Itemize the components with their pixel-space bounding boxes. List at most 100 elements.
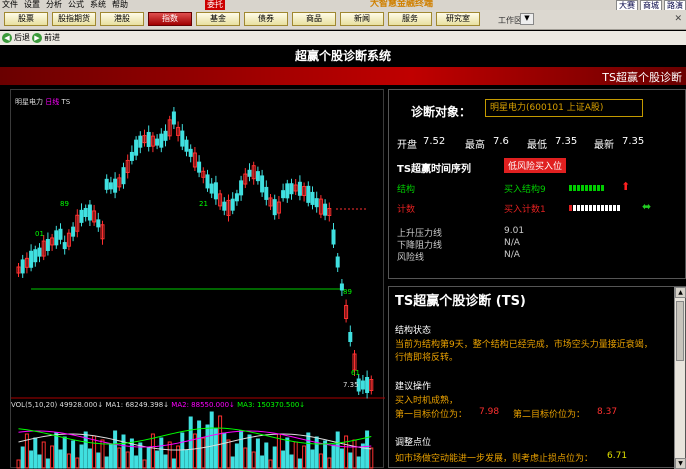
workarea-dropdown[interactable]: ▼ bbox=[520, 13, 534, 25]
volume-bar bbox=[234, 443, 239, 469]
chart-period: 日线 bbox=[45, 98, 60, 106]
trade-badge[interactable]: 委托 bbox=[205, 0, 225, 10]
volume-bar bbox=[29, 450, 34, 469]
volume-bar bbox=[125, 451, 130, 469]
volume-bar bbox=[41, 441, 46, 469]
up-arrow-icon: ⬆ bbox=[621, 180, 631, 193]
nav-index[interactable]: 指数 bbox=[148, 12, 192, 26]
ts-title: TS超赢个股诊断 bbox=[602, 71, 682, 84]
nav-index-futures[interactable]: 股指期货 bbox=[52, 12, 96, 26]
nav-hk-stocks[interactable]: 港股 bbox=[100, 12, 144, 26]
advice-title: 建议操作 bbox=[395, 382, 432, 392]
candle-body bbox=[285, 183, 290, 199]
target2-value: 8.37 bbox=[597, 407, 618, 417]
app-brand: 大智慧金融终端 bbox=[370, 0, 434, 9]
volume-bar bbox=[314, 436, 319, 469]
close-icon[interactable]: ✕ bbox=[674, 14, 682, 24]
volume-bar bbox=[302, 445, 307, 469]
candle-body bbox=[155, 138, 160, 146]
volume-bar bbox=[344, 435, 349, 469]
candle-body bbox=[360, 380, 365, 390]
volume-bar bbox=[293, 441, 298, 469]
candle-body bbox=[188, 148, 193, 157]
diagnosis-scrollbar[interactable]: ▲ ▼ bbox=[674, 287, 686, 469]
last-label: 最新 bbox=[594, 140, 614, 151]
main-menu: 文件 设置 分析 公式 系统 帮助 bbox=[0, 0, 128, 10]
nav-research[interactable]: 研究室 bbox=[436, 12, 480, 26]
nav-bonds[interactable]: 债券 bbox=[244, 12, 288, 26]
volume-bar bbox=[260, 455, 265, 469]
volume-bar bbox=[146, 446, 151, 469]
candle-body bbox=[239, 180, 244, 196]
candle-body bbox=[113, 178, 118, 193]
nav-services[interactable]: 服务 bbox=[388, 12, 432, 26]
diag-target-stock[interactable]: 明星电力(600101 上证A股) bbox=[485, 99, 643, 117]
volume-bar bbox=[62, 436, 67, 469]
candle-body bbox=[58, 228, 63, 240]
low-value: 7.35 bbox=[555, 136, 578, 147]
vol-ma3: MA3: 150370.500↓ bbox=[237, 401, 306, 409]
candle-body bbox=[230, 198, 235, 211]
candle-body bbox=[310, 191, 315, 205]
adjust-text: 如市场做空动能进一步发展，则考虑止损点位为： bbox=[395, 454, 594, 464]
price-tag: 7.35 bbox=[343, 381, 359, 389]
nav-commodities[interactable]: 商品 bbox=[292, 12, 336, 26]
candle-body bbox=[146, 131, 151, 147]
candle-body bbox=[87, 204, 92, 221]
diagnosis-text-panel: TS超赢个股诊断 (TS) 结构状态 当前为结构第9天，整个结构已经完成，市场空… bbox=[388, 286, 686, 469]
scroll-down-icon[interactable]: ▼ bbox=[675, 458, 686, 469]
candle-body bbox=[104, 178, 109, 190]
menu-analysis[interactable]: 分析 bbox=[46, 0, 62, 10]
high-value: 7.6 bbox=[493, 136, 509, 147]
candle-body bbox=[209, 183, 214, 194]
volume-bar bbox=[54, 432, 59, 469]
back-button[interactable]: ◀ 后退 bbox=[2, 32, 30, 43]
annotation-61: 61 bbox=[351, 369, 360, 377]
menu-formula[interactable]: 公式 bbox=[68, 0, 84, 10]
volume-bar bbox=[297, 458, 302, 469]
nav-news[interactable]: 新闻 bbox=[340, 12, 384, 26]
vol-ma2: MA2: 88550.000↓ bbox=[171, 401, 235, 409]
volume-bar bbox=[184, 449, 189, 469]
volume-bar bbox=[348, 452, 353, 469]
menu-system[interactable]: 系统 bbox=[90, 0, 106, 10]
menu-file[interactable]: 文件 bbox=[2, 0, 18, 10]
open-label: 开盘 bbox=[397, 140, 417, 151]
volume-bar bbox=[201, 437, 206, 469]
volume-bar bbox=[222, 432, 227, 469]
volume-bar bbox=[142, 459, 147, 469]
volume-bar bbox=[92, 435, 97, 469]
volume-bar bbox=[230, 456, 235, 469]
candle-body bbox=[335, 256, 340, 268]
scroll-thumb[interactable] bbox=[676, 301, 684, 361]
candle-body bbox=[83, 207, 88, 217]
candle-body bbox=[184, 139, 189, 152]
candle-body bbox=[272, 199, 277, 216]
volume-bar bbox=[281, 450, 286, 469]
risk-line-value: N/A bbox=[504, 250, 520, 260]
candle-body bbox=[222, 201, 227, 211]
volume-bar bbox=[108, 443, 113, 469]
nav-funds[interactable]: 基金 bbox=[196, 12, 240, 26]
menu-help[interactable]: 帮助 bbox=[112, 0, 128, 10]
candle-body bbox=[365, 377, 370, 393]
forward-button[interactable]: ▶ 前进 bbox=[32, 32, 60, 43]
kline-chart[interactable]: 明星电力 日线 TS VOL(5,10,20) 49928.000↓ MA1: … bbox=[10, 89, 385, 469]
nav-stocks[interactable]: 股票 bbox=[4, 12, 48, 26]
volume-bar bbox=[96, 452, 101, 469]
scroll-up-icon[interactable]: ▲ bbox=[675, 287, 686, 298]
structure-label: 结构 bbox=[397, 185, 416, 195]
vol-label: VOL(5,10,20) bbox=[11, 401, 58, 409]
volume-bar bbox=[356, 456, 361, 469]
low-label: 最低 bbox=[527, 140, 547, 151]
forward-arrow-icon: ▶ bbox=[32, 32, 42, 43]
annotation-01: 01 bbox=[35, 230, 44, 238]
menu-settings[interactable]: 设置 bbox=[24, 0, 40, 10]
left-right-arrow-icon: ⬌ bbox=[642, 200, 652, 213]
volume-bar bbox=[171, 458, 176, 469]
volume-bar bbox=[209, 411, 214, 469]
volume-bar bbox=[318, 453, 323, 469]
volume-bar bbox=[264, 442, 269, 469]
candle-body bbox=[129, 151, 134, 161]
volume-bar bbox=[180, 432, 185, 469]
